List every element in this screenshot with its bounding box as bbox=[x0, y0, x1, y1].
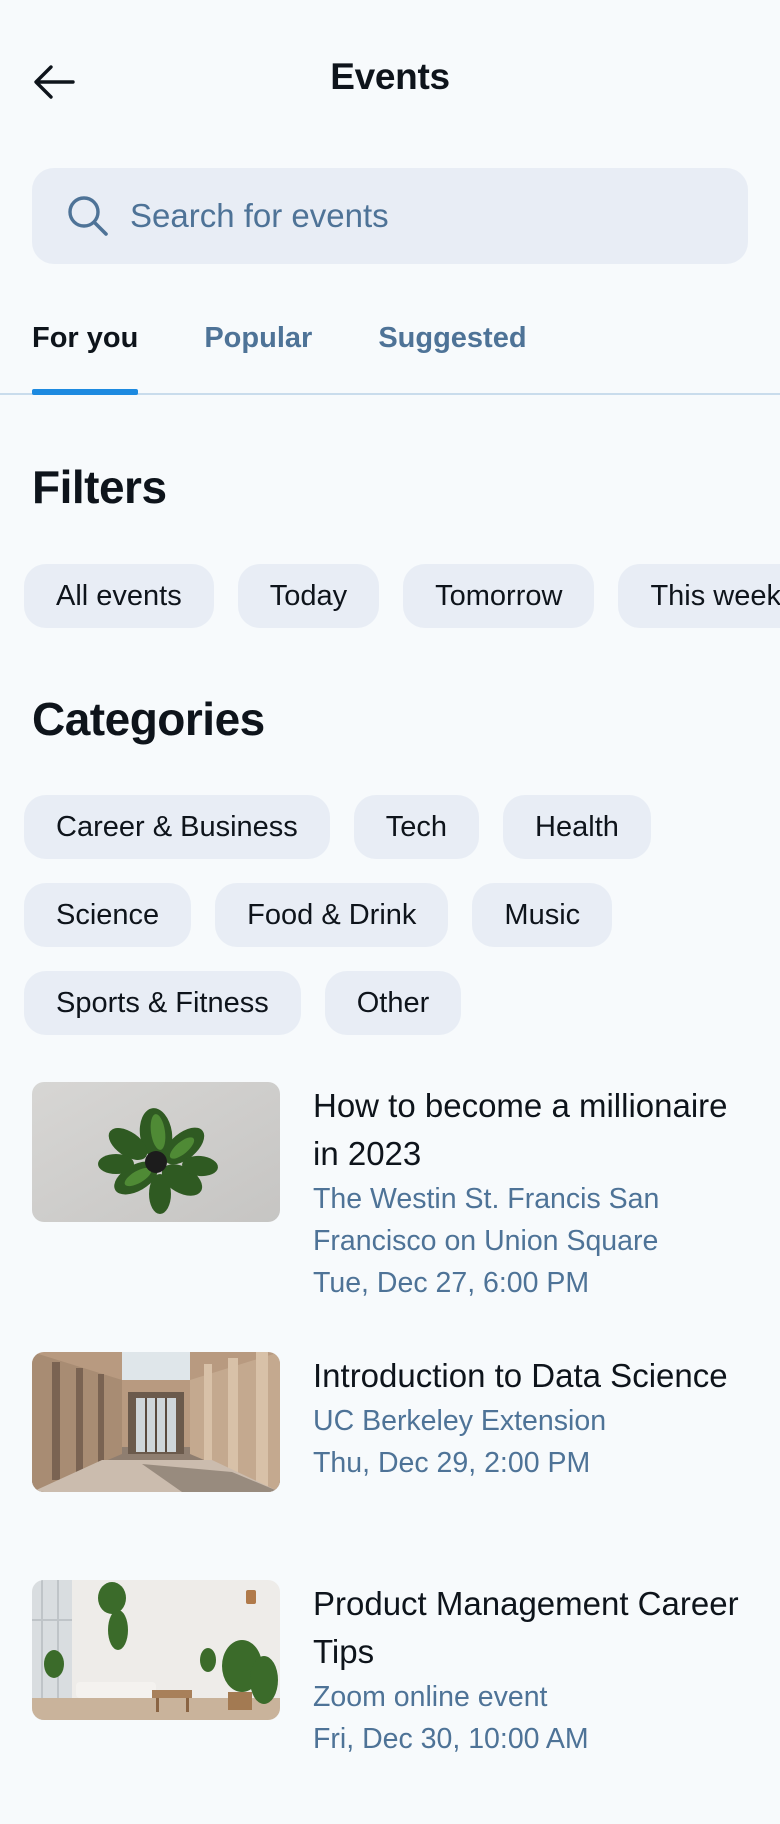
tab-popular[interactable]: Popular bbox=[204, 300, 312, 393]
category-chip-food-drink[interactable]: Food & Drink bbox=[215, 883, 449, 947]
filter-chip-all-events[interactable]: All events bbox=[24, 564, 214, 628]
event-info: Product Management Career Tips Zoom onli… bbox=[313, 1580, 748, 1760]
category-chips-row-3: Sports & Fitness Other bbox=[24, 971, 462, 1035]
event-location: UC Berkeley Extension bbox=[313, 1405, 607, 1437]
search-bar[interactable] bbox=[32, 168, 748, 264]
event-list-item[interactable]: Product Management Career Tips Zoom onli… bbox=[32, 1580, 748, 1760]
category-chip-science[interactable]: Science bbox=[24, 883, 192, 947]
event-info: How to become a millionaire in 2023 The … bbox=[313, 1082, 748, 1304]
event-info: Introduction to Data Science UC Berkeley… bbox=[313, 1352, 748, 1492]
event-list-item[interactable]: How to become a millionaire in 2023 The … bbox=[32, 1082, 748, 1304]
tab-bar: For you Popular Suggested bbox=[0, 300, 780, 395]
event-thumbnail bbox=[32, 1082, 280, 1222]
category-chip-health[interactable]: Health bbox=[503, 795, 651, 859]
filter-chips: All events Today Tomorrow This week bbox=[24, 564, 780, 628]
event-location: The Westin St. Francis San Francisco on … bbox=[313, 1183, 660, 1257]
search-icon bbox=[66, 194, 110, 238]
event-title: Introduction to Data Science bbox=[313, 1357, 728, 1394]
event-title: How to become a millionaire in 2023 bbox=[313, 1087, 728, 1172]
tab-suggested[interactable]: Suggested bbox=[378, 300, 526, 393]
event-thumbnail bbox=[32, 1352, 280, 1492]
event-datetime: Fri, Dec 30, 10:00 AM bbox=[313, 1723, 589, 1755]
category-chip-other[interactable]: Other bbox=[324, 971, 462, 1035]
search-input[interactable] bbox=[130, 197, 670, 235]
event-location: Zoom online event bbox=[313, 1681, 548, 1713]
event-datetime: Tue, Dec 27, 6:00 PM bbox=[313, 1267, 590, 1299]
category-chip-tech[interactable]: Tech bbox=[353, 795, 480, 859]
event-list-item[interactable]: Introduction to Data Science UC Berkeley… bbox=[32, 1352, 748, 1492]
categories-heading: Categories bbox=[32, 693, 265, 745]
events-screen: Events For you Popular Suggested Filters… bbox=[0, 0, 780, 1824]
category-chip-career-business[interactable]: Career & Business bbox=[24, 795, 330, 859]
header: Events bbox=[0, 0, 780, 160]
page-title: Events bbox=[330, 56, 450, 97]
filter-chip-tomorrow[interactable]: Tomorrow bbox=[403, 564, 595, 628]
category-chip-sports-fitness[interactable]: Sports & Fitness bbox=[24, 971, 301, 1035]
event-datetime: Thu, Dec 29, 2:00 PM bbox=[313, 1447, 591, 1479]
event-title: Product Management Career Tips bbox=[313, 1585, 739, 1670]
filter-chip-this-week[interactable]: This week bbox=[618, 564, 780, 628]
category-chips-row-1: Career & Business Tech Health bbox=[24, 795, 651, 859]
filter-chip-today[interactable]: Today bbox=[237, 564, 380, 628]
filters-heading: Filters bbox=[32, 461, 167, 513]
category-chip-music[interactable]: Music bbox=[472, 883, 613, 947]
tab-for-you[interactable]: For you bbox=[32, 300, 139, 395]
category-chips-row-2: Science Food & Drink Music bbox=[24, 883, 613, 947]
event-thumbnail bbox=[32, 1580, 280, 1720]
